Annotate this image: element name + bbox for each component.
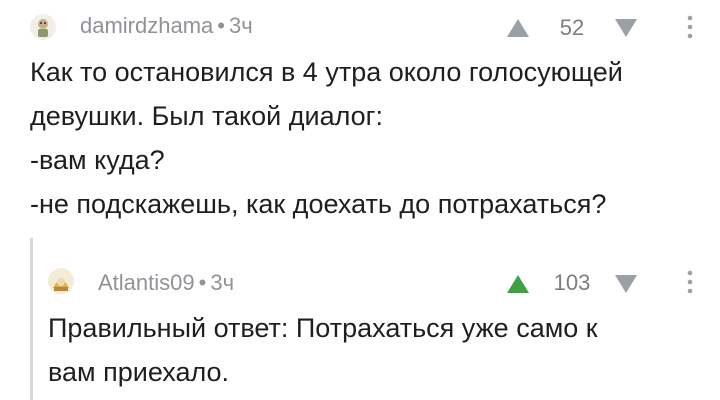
comment-author-line: damirdzhama • 3ч — [80, 13, 253, 39]
reply-body: Правильный ответ: Потрахаться уже само к… — [48, 313, 598, 387]
reply-author[interactable]: Atlantis09 — [98, 270, 195, 295]
comment-menu-button[interactable] — [683, 13, 697, 43]
comment-body: Как то остановился в 4 утра около голосу… — [30, 57, 623, 219]
comment-author[interactable]: damirdzhama — [80, 13, 213, 38]
triangle-up-icon — [507, 275, 529, 293]
more-vertical-icon — [687, 270, 693, 294]
reply-author-line: Atlantis09 • 3ч — [98, 270, 234, 296]
triangle-up-icon — [507, 19, 529, 37]
vote-down-button[interactable] — [613, 17, 639, 39]
vote-up-button[interactable] — [505, 17, 531, 39]
reply-vote-up-button[interactable] — [505, 273, 531, 295]
avatar-icon — [30, 14, 56, 40]
reply-avatar[interactable] — [48, 268, 74, 294]
reply-header: Atlantis09 • 3ч 103 — [0, 256, 720, 312]
triangle-down-icon — [615, 275, 637, 293]
comment-rating: 52 — [559, 15, 585, 40]
reply-rating: 103 — [553, 270, 591, 295]
more-vertical-icon — [687, 15, 693, 39]
avatar-icon — [48, 268, 74, 294]
reply-time[interactable]: 3ч — [210, 270, 234, 295]
reply-vote-down-button[interactable] — [613, 273, 639, 295]
reply-menu-button[interactable] — [683, 268, 697, 298]
avatar[interactable] — [30, 14, 56, 40]
comment-time[interactable]: 3ч — [229, 13, 253, 38]
comment-separator: • — [217, 13, 225, 38]
comment-header: damirdzhama • 3ч 52 — [0, 0, 720, 56]
triangle-down-icon — [615, 19, 637, 37]
reply-separator: • — [198, 270, 207, 295]
